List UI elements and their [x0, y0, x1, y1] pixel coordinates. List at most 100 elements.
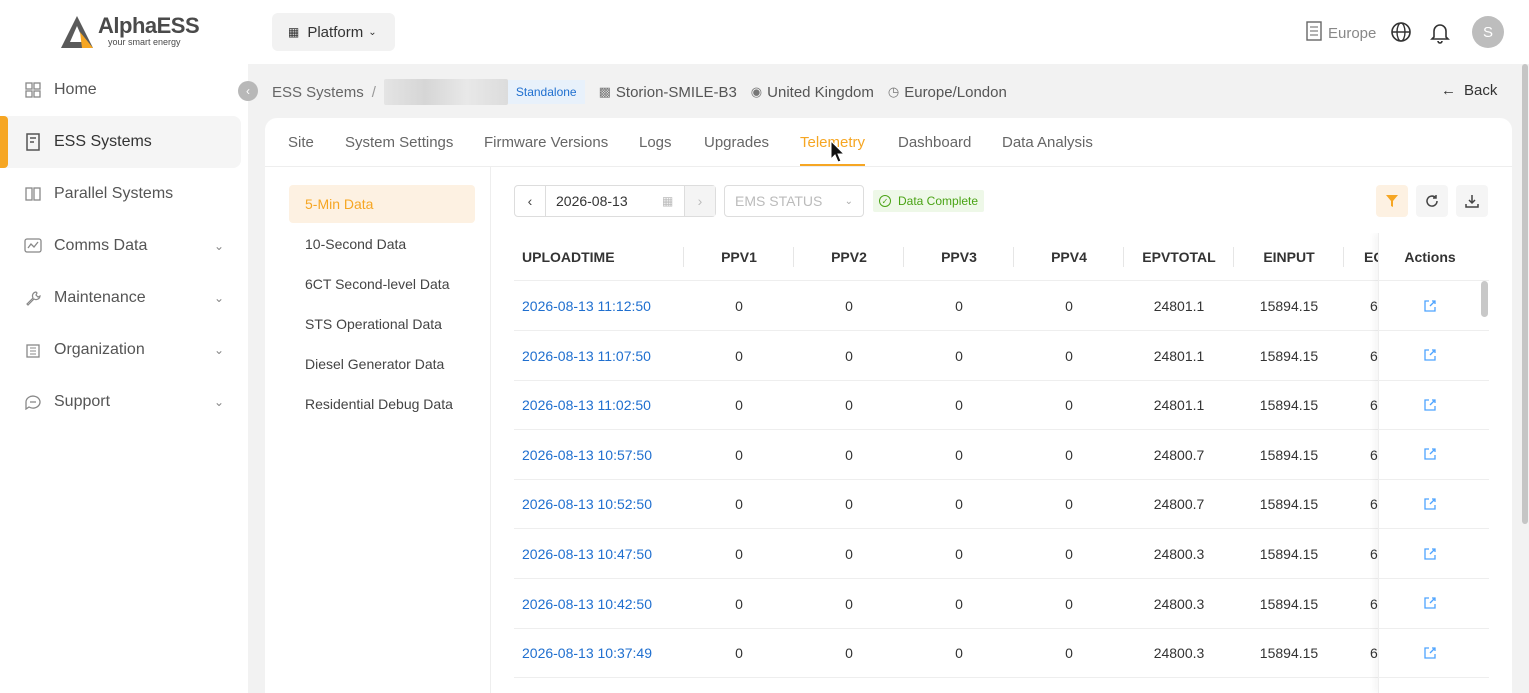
alphaess-logo[interactable]: AlphaESS your smart energy — [58, 12, 200, 52]
chevron-down-icon: ⌄ — [213, 239, 224, 253]
tab-logs[interactable]: Logs — [639, 134, 672, 151]
breadcrumb-root[interactable]: ESS Systems — [272, 84, 364, 101]
subnav-item-5-min-data[interactable]: 5-Min Data — [289, 185, 475, 223]
tab-firmware-versions[interactable]: Firmware Versions — [484, 134, 608, 151]
column-header-einput[interactable]: EINPUT — [1234, 233, 1344, 281]
support-icon — [24, 393, 42, 411]
download-button[interactable] — [1456, 185, 1488, 217]
avatar[interactable]: S — [1472, 16, 1504, 48]
page-scrollbar[interactable] — [1521, 64, 1529, 693]
open-detail-icon[interactable] — [1423, 497, 1437, 511]
cell-epvtotal: 24800.3 — [1153, 645, 1205, 662]
open-detail-icon[interactable] — [1423, 596, 1437, 610]
open-detail-icon[interactable] — [1423, 398, 1437, 412]
cell-ppv4: 0 — [1065, 645, 1073, 662]
column-header-ppv2[interactable]: PPV2 — [794, 233, 904, 281]
sidebar-item-label: Organization — [54, 341, 145, 358]
subnav-item-10-second-data[interactable]: 10-Second Data — [289, 225, 475, 263]
open-detail-icon[interactable] — [1423, 348, 1437, 362]
sidebar-item-organization[interactable]: Organization ⌄ — [0, 324, 248, 376]
cell-ppv1: 0 — [735, 595, 743, 612]
subnav-item-diesel-generator-data[interactable]: Diesel Generator Data — [289, 345, 475, 383]
tab-system-settings[interactable]: System Settings — [345, 134, 453, 151]
cell-ppv1: 0 — [735, 546, 743, 562]
open-detail-icon[interactable] — [1423, 447, 1437, 461]
tab-site[interactable]: Site — [288, 134, 314, 151]
chevron-down-icon: ⌄ — [213, 291, 224, 305]
cell-uploadtime[interactable]: 2026-08-13 10:57:50 — [514, 430, 684, 480]
calendar-icon[interactable]: ▦ — [662, 194, 684, 208]
back-button[interactable]: ← Back — [1441, 82, 1497, 99]
cell-uploadtime[interactable]: 2026-08-13 10:42:50 — [514, 579, 684, 629]
previous-day-button[interactable]: ‹ — [515, 186, 546, 216]
table-row: 2026-08-13 10:57:50 0 0 0 0 24800.7 15894.15 6 — [514, 430, 1489, 480]
divider — [490, 167, 491, 693]
tab-upgrades[interactable]: Upgrades — [704, 134, 769, 151]
filter-button[interactable] — [1376, 185, 1408, 217]
page-scroll-thumb[interactable] — [1522, 64, 1528, 524]
date-picker: ‹ 2026-08-13 ▦ › — [514, 185, 716, 217]
region-selector[interactable]: Europe — [1306, 21, 1376, 45]
sidebar-item-comms-data[interactable]: Comms Data ⌄ — [0, 220, 248, 272]
sidebar-nav: Home ESS Systems Parallel Systems Comms … — [0, 64, 248, 428]
cell-uploadtime[interactable]: 2026-08-13 11:12:50 — [514, 281, 684, 331]
sidebar-item-parallel-systems[interactable]: Parallel Systems — [0, 168, 248, 220]
sidebar-item-home[interactable]: Home — [0, 64, 248, 116]
subnav-item-6ct-second-level-data[interactable]: 6CT Second-level Data — [289, 265, 475, 303]
tab-data-analysis[interactable]: Data Analysis — [1002, 134, 1093, 151]
cell-uploadtime[interactable]: 2026-08-13 10:52:50 — [514, 479, 684, 529]
sidebar-item-maintenance[interactable]: Maintenance ⌄ — [0, 272, 248, 324]
open-detail-icon[interactable] — [1423, 646, 1437, 660]
cell-einput: 15894.15 — [1259, 298, 1319, 314]
cell-uploadtime[interactable]: 2026-08-13 11:02:50 — [514, 380, 684, 430]
sidebar-item-label: Maintenance — [54, 289, 146, 306]
cell-ppv1: 0 — [735, 496, 743, 513]
next-day-button[interactable]: › — [684, 186, 715, 216]
column-header-epvtotal[interactable]: EPVTOTAL — [1124, 233, 1234, 281]
mouse-cursor-icon — [830, 140, 846, 163]
sidebar-item-support[interactable]: Support ⌄ — [0, 376, 248, 428]
table-row: 2026-08-13 11:02:50 0 0 0 0 24801.1 15894.15 6 — [514, 380, 1489, 431]
back-label: Back — [1464, 82, 1498, 99]
column-header-uploadtime[interactable]: UPLOADTIME — [514, 233, 684, 281]
subnav-item-sts-operational-data[interactable]: STS Operational Data — [289, 305, 475, 343]
cell-uploadtime[interactable]: 2026-08-13 11:07:50 — [514, 331, 684, 381]
device-icon: ▩ — [598, 84, 611, 99]
ems-status-select[interactable]: EMS STATUS ⌄ — [724, 185, 864, 217]
row-action — [1379, 380, 1481, 431]
cell-ppv2: 0 — [845, 645, 853, 662]
table-scrollbar[interactable] — [1480, 281, 1489, 693]
actions-column: Actions — [1378, 233, 1481, 693]
cell-epvtotal: 24800.7 — [1153, 496, 1205, 513]
collapse-sidebar-button[interactable]: ‹ — [238, 81, 258, 101]
bell-icon[interactable] — [1428, 20, 1452, 44]
date-input[interactable]: 2026-08-13 — [546, 193, 662, 209]
cell-einput: 15894.15 — [1259, 496, 1319, 513]
platform-dropdown[interactable]: ▦ Platform ⌄ — [272, 13, 395, 51]
refresh-icon — [1426, 195, 1438, 207]
open-detail-icon[interactable] — [1423, 299, 1437, 313]
cell-ppv3: 0 — [955, 645, 963, 662]
cell-ppv4: 0 — [1065, 496, 1073, 513]
scroll-thumb[interactable] — [1481, 281, 1488, 317]
row-action — [1379, 281, 1481, 331]
column-header-ppv1[interactable]: PPV1 — [684, 233, 794, 281]
subnav-item-residential-debug-data[interactable]: Residential Debug Data — [289, 385, 475, 423]
column-header-ppv4[interactable]: PPV4 — [1014, 233, 1124, 281]
cell-uploadtime[interactable]: 2026-08-13 10:47:50 — [514, 529, 684, 579]
cell-uploadtime[interactable]: 2026-08-13 10:37:49 — [514, 628, 684, 678]
sidebar-item-ess-systems[interactable]: ESS Systems — [0, 116, 241, 168]
cell-epvtotal: 24801.1 — [1153, 347, 1205, 364]
ems-status-placeholder: EMS STATUS — [735, 193, 823, 209]
table-header: UPLOADTIME PPV1 PPV2 PPV3 PPV4 EPVTOTAL … — [514, 233, 1489, 281]
refresh-button[interactable] — [1416, 185, 1448, 217]
cell-ppv4: 0 — [1065, 347, 1073, 364]
cell-ppv3: 0 — [955, 397, 963, 414]
globe-icon[interactable] — [1389, 20, 1413, 44]
tab-dashboard[interactable]: Dashboard — [898, 134, 971, 151]
cell-ppv1: 0 — [735, 397, 743, 414]
cell-epvtotal: 24800.3 — [1153, 595, 1205, 612]
model-info: ▩ Storion-SMILE-B3 — [599, 84, 737, 101]
column-header-ppv3[interactable]: PPV3 — [904, 233, 1014, 281]
open-detail-icon[interactable] — [1423, 547, 1437, 561]
